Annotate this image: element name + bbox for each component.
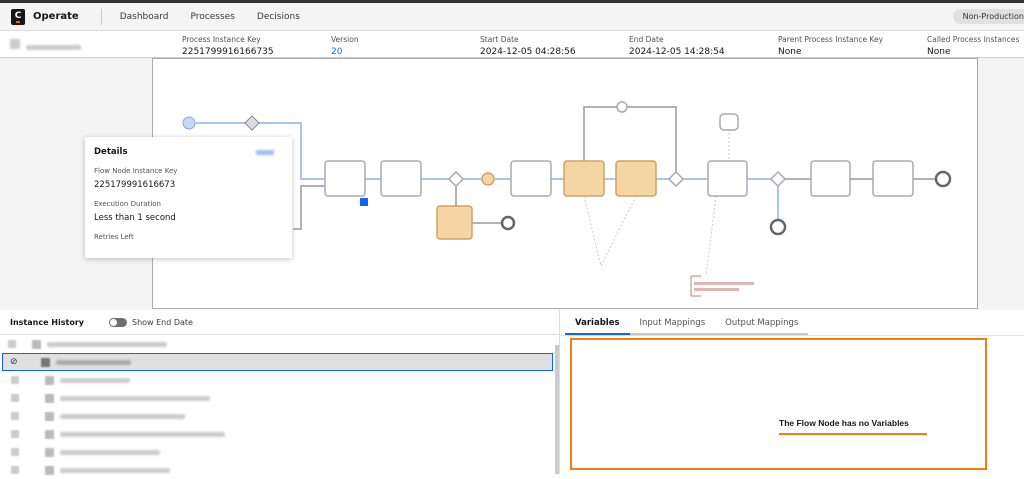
task[interactable] <box>510 160 552 197</box>
active-task[interactable] <box>563 160 605 197</box>
tab-input-mappings[interactable]: Input Mappings <box>629 318 716 335</box>
called-instances: Called Process Instances None <box>927 35 1020 57</box>
empty-variables-message: The Flow Node has no Variables <box>779 418 927 435</box>
tab-output-mappings[interactable]: Output Mappings <box>715 318 809 335</box>
task[interactable] <box>324 160 366 197</box>
nav-dashboard[interactable]: Dashboard <box>120 12 169 22</box>
start-date: Start Date 2024-12-05 04:28:56 <box>480 35 576 57</box>
duration-label: Execution Duration <box>94 200 161 208</box>
tree-item[interactable] <box>0 407 559 425</box>
task[interactable] <box>872 160 914 197</box>
tree-root[interactable] <box>0 335 559 353</box>
gateway[interactable] <box>244 115 260 131</box>
retries-label: Retries Left <box>94 233 134 241</box>
tree-item[interactable] <box>0 389 559 407</box>
tree-item[interactable] <box>0 425 559 443</box>
end-date: End Date 2024-12-05 14:28:54 <box>629 35 725 57</box>
environment-badge: Non-Production <box>952 9 1024 24</box>
history-title: Instance History <box>10 317 84 327</box>
app-name[interactable]: Operate <box>33 11 79 22</box>
tab-variables[interactable]: Variables <box>565 318 630 335</box>
intermediate-event[interactable] <box>616 101 628 113</box>
end-event[interactable] <box>500 215 516 231</box>
gateway[interactable] <box>447 170 465 188</box>
task[interactable] <box>810 160 851 197</box>
camunda-logo: C <box>11 8 25 25</box>
duration-value: Less than 1 second <box>94 213 176 223</box>
divider <box>100 8 102 25</box>
nav-decisions[interactable]: Decisions <box>257 12 300 22</box>
completed-icon: ⊘ <box>10 357 18 367</box>
tree-item[interactable] <box>0 461 559 479</box>
details-title: Details <box>94 147 128 157</box>
tree-item-selected[interactable]: ⊘ <box>2 353 553 371</box>
variables-highlight-box: The Flow Node has no Variables <box>570 338 987 470</box>
nav-processes[interactable]: Processes <box>191 12 235 22</box>
process-instance-key: Process Instance Key 2251799916166735 <box>182 35 274 57</box>
task[interactable] <box>707 160 748 197</box>
incident-badge[interactable] <box>360 198 368 206</box>
parent-instance-key: Parent Process Instance Key None <box>778 35 884 57</box>
tree-item[interactable] <box>0 371 559 389</box>
gateway[interactable] <box>667 170 685 188</box>
start-event[interactable] <box>182 116 196 130</box>
timer-event[interactable] <box>481 172 495 186</box>
active-task[interactable] <box>615 160 657 197</box>
task[interactable] <box>380 160 422 197</box>
end-event[interactable] <box>934 170 952 188</box>
flow-node-key-value: 225179991616673 <box>94 180 176 190</box>
version: Version 20 <box>331 35 359 57</box>
top-bar: C Operate Dashboard Processes Decisions … <box>0 0 1024 31</box>
view-link[interactable] <box>256 150 274 155</box>
version-link[interactable]: 20 <box>331 47 359 57</box>
gateway[interactable] <box>769 170 787 188</box>
diagram-area: Details Flow Node Instance Key 225179991… <box>0 58 1024 310</box>
history-scrollbar[interactable] <box>555 345 559 474</box>
variables-panel: Variables Input Mappings Output Mappings… <box>560 310 1024 474</box>
end-event[interactable] <box>769 218 787 236</box>
tree-item[interactable] <box>0 443 559 461</box>
instance-history-panel: Instance History Show End Date ⊘ <box>0 310 560 475</box>
flow-node-key-label: Flow Node Instance Key <box>94 167 178 175</box>
instance-header: Process Instance Key 2251799916166735 Ver… <box>0 31 1024 69</box>
toggle-label: Show End Date <box>131 317 193 327</box>
active-task[interactable] <box>436 205 473 240</box>
show-end-date-toggle[interactable] <box>108 317 127 327</box>
data-store <box>719 113 739 131</box>
process-icon <box>10 39 20 49</box>
details-popup: Details Flow Node Instance Key 225179991… <box>85 137 292 258</box>
